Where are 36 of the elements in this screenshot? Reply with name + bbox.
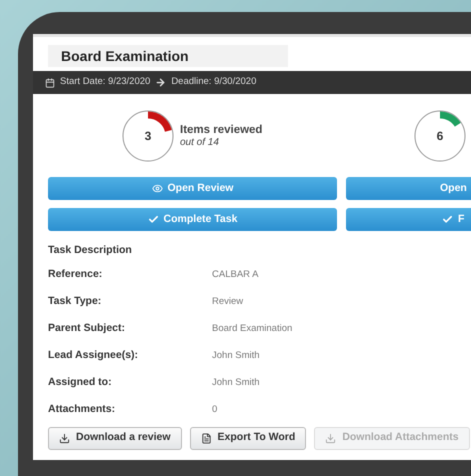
download-icon: [59, 432, 70, 444]
field-value: John Smith: [212, 349, 260, 364]
field-value: John Smith: [212, 376, 260, 390]
download-icon: [325, 432, 336, 444]
document-icon: [200, 432, 212, 444]
progress-ring: [122, 110, 174, 162]
page-title: Board Examination: [61, 46, 189, 66]
stat-sublabel: out of 14: [180, 136, 220, 150]
stat-label: Items reviewed: [180, 122, 262, 137]
export-word-button[interactable]: Export To Word: [190, 426, 306, 450]
check-icon: [148, 214, 159, 225]
complete-task-button[interactable]: F: [346, 208, 471, 231]
stat-value: 3: [144, 128, 152, 145]
eye-icon: [152, 183, 163, 194]
check-icon: [442, 214, 453, 225]
stat-value: 6: [436, 128, 444, 145]
complete-task-button[interactable]: Complete Task: [48, 208, 337, 231]
arrow-icon: [155, 77, 166, 88]
field-label: Lead Assignee(s):: [48, 348, 140, 364]
open-review-button[interactable]: Open: [346, 177, 471, 200]
start-date: Start Date: 9/23/2020: [60, 75, 150, 90]
field-label: Reference:: [48, 267, 104, 282]
field-label: Assigned to:: [48, 375, 113, 390]
field-value: Board Examination: [212, 322, 292, 336]
field-label: Attachments:: [48, 402, 116, 418]
deadline: Deadline: 9/30/2020: [171, 75, 256, 90]
progress-ring: [414, 110, 466, 162]
field-value: CALBAR A: [212, 268, 258, 282]
open-review-button[interactable]: Open Review: [48, 177, 337, 200]
field-label: Task Type:: [48, 294, 102, 310]
section-heading: Task Description: [48, 243, 133, 258]
field-label: Parent Subject:: [48, 321, 126, 336]
download-button[interactable]: Download a review: [48, 426, 182, 450]
field-value: Review: [212, 295, 244, 310]
calendar-icon: [45, 78, 55, 88]
field-value: 0: [212, 403, 218, 418]
